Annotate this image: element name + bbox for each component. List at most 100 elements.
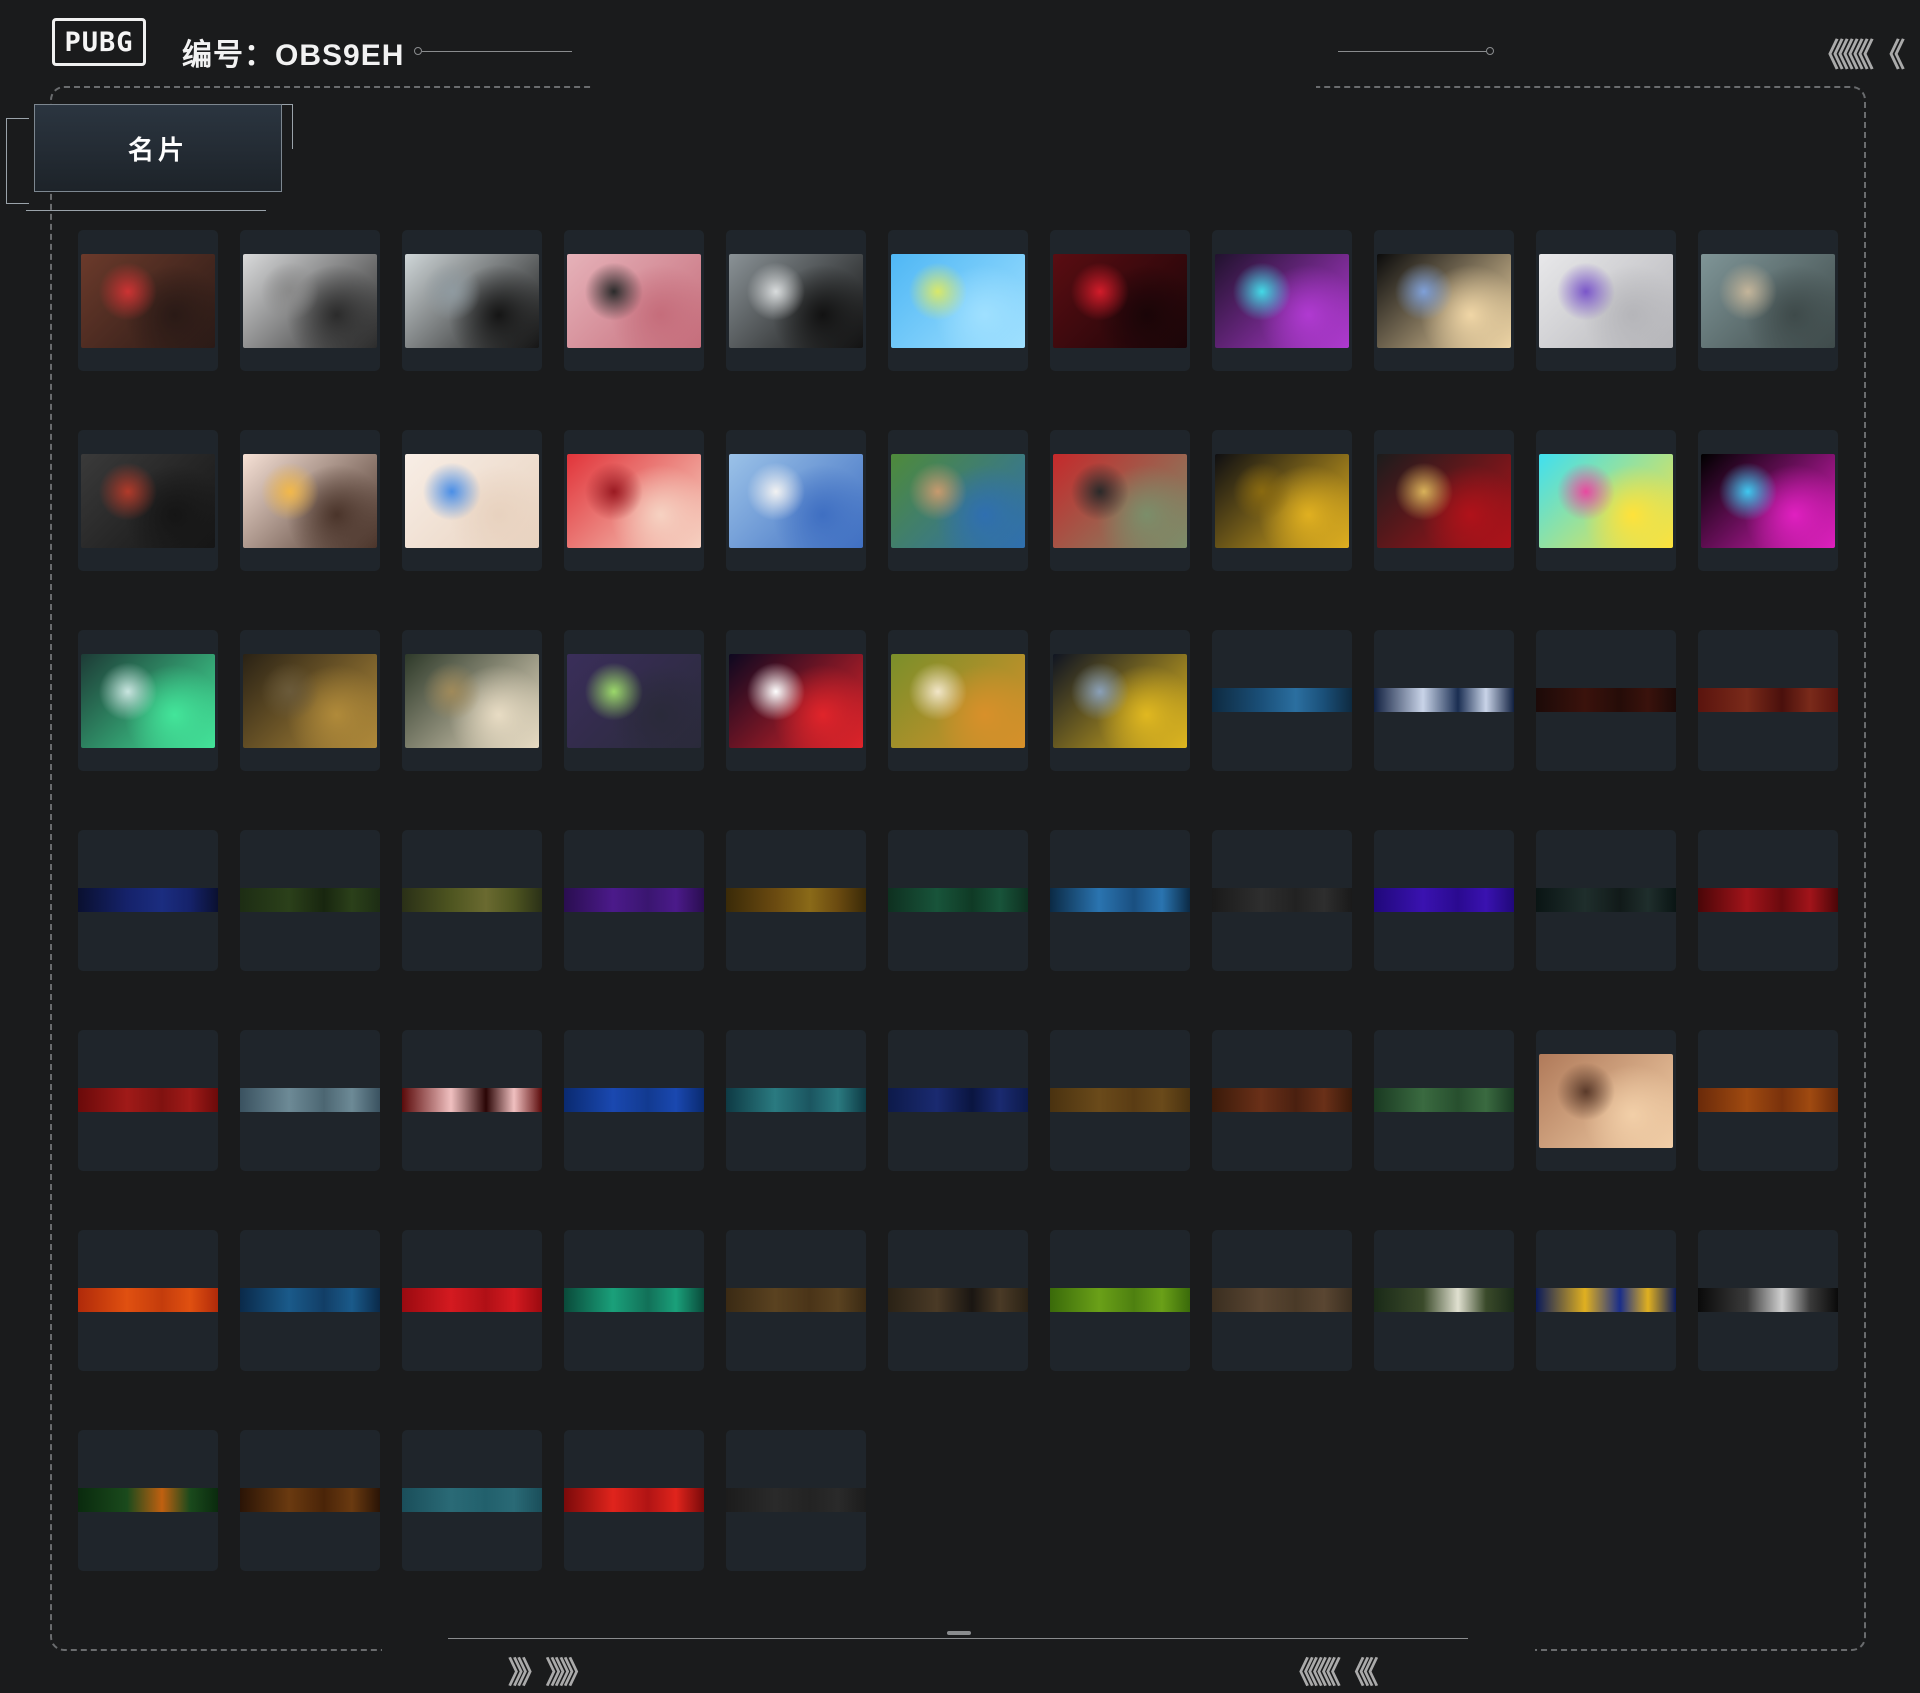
name-card-banner (1536, 688, 1676, 712)
name-card-item[interactable] (1536, 630, 1676, 771)
name-card-item[interactable] (564, 230, 704, 371)
name-card-item[interactable] (240, 1230, 380, 1371)
name-card-item[interactable] (402, 430, 542, 571)
name-card-banner (726, 1488, 866, 1512)
name-card-item[interactable] (1698, 230, 1838, 371)
name-card-item[interactable] (1212, 230, 1352, 371)
name-card-item[interactable] (78, 430, 218, 571)
name-card-item[interactable] (402, 830, 542, 971)
name-card-item[interactable] (240, 1030, 380, 1171)
name-card-banner (78, 888, 218, 912)
name-card-item[interactable] (888, 830, 1028, 971)
name-card-item[interactable] (1536, 230, 1676, 371)
name-card-item[interactable] (888, 230, 1028, 371)
name-card-thumbnail (243, 254, 377, 348)
name-card-banner (1374, 1288, 1514, 1312)
name-card-item[interactable] (1050, 830, 1190, 971)
name-card-item[interactable] (1698, 1230, 1838, 1371)
name-card-item[interactable] (564, 1030, 704, 1171)
name-card-item[interactable] (1698, 430, 1838, 571)
name-card-item[interactable] (888, 630, 1028, 771)
name-card-item[interactable] (888, 1230, 1028, 1371)
name-card-item[interactable] (726, 1030, 866, 1171)
name-card-item[interactable] (1212, 830, 1352, 971)
name-card-banner (888, 1288, 1028, 1312)
logo-text: PUBG (64, 26, 134, 58)
name-card-banner (1698, 1288, 1838, 1312)
name-card-item[interactable] (1374, 1230, 1514, 1371)
name-card-item[interactable] (402, 1230, 542, 1371)
name-card-thumbnail (1539, 454, 1673, 548)
name-card-banner (1536, 1288, 1676, 1312)
name-card-item[interactable] (726, 830, 866, 971)
name-card-item[interactable] (1050, 1030, 1190, 1171)
name-card-item[interactable] (564, 830, 704, 971)
name-card-thumbnail (1701, 254, 1835, 348)
name-card-item[interactable] (564, 630, 704, 771)
name-card-item[interactable] (240, 830, 380, 971)
name-card-item[interactable] (1050, 430, 1190, 571)
name-card-banner (1212, 1088, 1352, 1112)
name-card-item[interactable] (564, 1230, 704, 1371)
name-card-item[interactable] (726, 1230, 866, 1371)
name-card-item[interactable] (402, 1430, 542, 1571)
name-card-item[interactable] (1536, 1230, 1676, 1371)
name-card-item[interactable] (1212, 430, 1352, 571)
name-card-item[interactable] (1374, 630, 1514, 771)
name-card-banner (78, 1488, 218, 1512)
name-card-item[interactable] (1374, 1030, 1514, 1171)
name-card-item[interactable] (78, 1030, 218, 1171)
name-card-item[interactable] (564, 1430, 704, 1571)
name-card-item[interactable] (1212, 630, 1352, 771)
name-card-item[interactable] (402, 1030, 542, 1171)
name-card-item[interactable] (240, 1430, 380, 1571)
name-card-thumbnail (405, 454, 539, 548)
name-card-item[interactable] (240, 230, 380, 371)
name-card-item[interactable] (726, 430, 866, 571)
name-card-item[interactable] (402, 230, 542, 371)
tab-name-cards[interactable]: 名片 (34, 104, 282, 192)
name-card-item[interactable] (1536, 830, 1676, 971)
name-card-item[interactable] (78, 1430, 218, 1571)
name-card-thumbnail (567, 254, 701, 348)
name-card-item[interactable] (1050, 630, 1190, 771)
name-card-item[interactable] (1050, 1230, 1190, 1371)
name-card-item[interactable] (1698, 830, 1838, 971)
name-card-banner (78, 1088, 218, 1112)
name-card-item[interactable] (1050, 230, 1190, 371)
name-card-item[interactable] (1374, 830, 1514, 971)
name-card-item[interactable] (78, 230, 218, 371)
name-card-item[interactable] (1698, 1030, 1838, 1171)
name-card-thumbnail (1053, 454, 1187, 548)
name-card-item[interactable] (888, 430, 1028, 571)
tab-underline (26, 210, 266, 211)
scroll-indicator[interactable] (947, 1631, 971, 1635)
header-right-line (1338, 51, 1488, 52)
name-card-item[interactable] (78, 1230, 218, 1371)
name-card-item[interactable] (1212, 1030, 1352, 1171)
name-card-banner (888, 888, 1028, 912)
name-card-item[interactable] (240, 430, 380, 571)
name-card-item[interactable] (1536, 430, 1676, 571)
name-card-item[interactable] (726, 630, 866, 771)
name-card-item[interactable] (888, 1030, 1028, 1171)
name-card-item[interactable] (1212, 1230, 1352, 1371)
name-card-item[interactable] (564, 430, 704, 571)
name-card-item[interactable] (1374, 430, 1514, 571)
name-card-banner (402, 1088, 542, 1112)
name-card-banner (1050, 1288, 1190, 1312)
name-card-item[interactable] (78, 630, 218, 771)
name-card-item[interactable] (402, 630, 542, 771)
name-card-thumbnail (1377, 254, 1511, 348)
name-card-item[interactable] (726, 230, 866, 371)
name-card-item[interactable] (1374, 230, 1514, 371)
name-card-grid (78, 230, 1838, 1571)
name-card-thumbnail (567, 654, 701, 748)
name-card-thumbnail (81, 454, 215, 548)
name-card-item[interactable] (1698, 630, 1838, 771)
name-card-item[interactable] (1536, 1030, 1676, 1171)
name-card-item[interactable] (78, 830, 218, 971)
header-right-dot (1486, 47, 1494, 55)
name-card-item[interactable] (240, 630, 380, 771)
name-card-item[interactable] (726, 1430, 866, 1571)
